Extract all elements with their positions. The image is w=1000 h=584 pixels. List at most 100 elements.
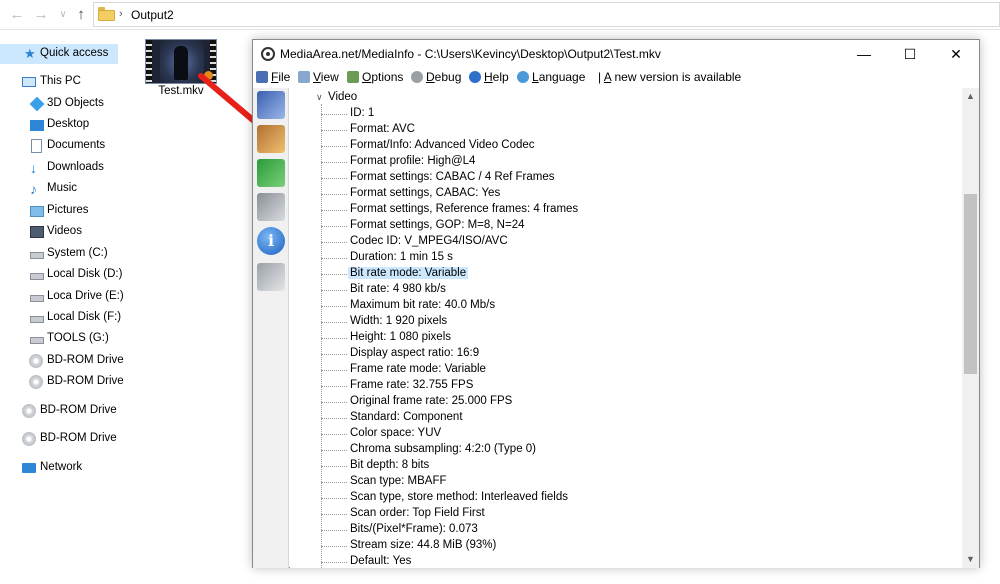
open-file-icon[interactable] — [257, 91, 285, 119]
drive-icon — [30, 316, 44, 323]
cube-icon — [29, 96, 45, 112]
address-bar[interactable]: › Output2 — [93, 2, 1000, 27]
minimize-button[interactable]: — — [841, 40, 887, 68]
sidebar-item-label: Pictures — [47, 204, 89, 216]
sidebar-item-videos[interactable]: Videos — [0, 222, 130, 242]
sidebar-item-system-c[interactable]: System (C:) — [0, 244, 130, 264]
sidebar-item-label: Local Disk (D:) — [47, 268, 123, 280]
sidebar-item-label: Videos — [47, 225, 82, 237]
breadcrumb-output2[interactable]: Output2 — [131, 8, 174, 22]
tree-row-label: Width: 1 920 pixels — [350, 315, 448, 327]
tree-row-label: Scan order: Top Field First — [350, 507, 485, 519]
breadcrumb-separator: › — [119, 8, 123, 20]
desktop-icon — [30, 120, 44, 131]
sidebar-item-bd-rom-drive-1[interactable]: BD-ROM Drive — [0, 351, 130, 371]
info-icon[interactable]: i — [257, 227, 285, 255]
sidebar-item-network[interactable]: Network — [0, 458, 130, 478]
folder-icon — [98, 7, 115, 21]
scroll-down-arrow-icon[interactable]: ▼ — [962, 551, 979, 568]
menu-debug[interactable]: Debug — [411, 70, 461, 86]
vertical-scrollbar[interactable]: ▲ ▼ — [962, 88, 979, 568]
sidebar-item-local-disk-f[interactable]: Local Disk (F:) — [0, 308, 130, 328]
open-folder-icon[interactable] — [257, 125, 285, 153]
chevron-down-icon[interactable]: ∨ — [316, 92, 328, 103]
disc-icon — [29, 375, 43, 389]
sidebar-item-bd-rom-drive-i[interactable]: BD-ROM Drive (I — [0, 429, 130, 449]
options-icon — [347, 71, 359, 83]
tree-row-label: Stream size: 44.8 MiB (93%) — [350, 539, 497, 551]
scroll-up-arrow-icon[interactable]: ▲ — [962, 88, 979, 105]
view-icon — [298, 71, 310, 83]
up-arrow-icon[interactable]: ↑ — [70, 4, 92, 26]
help-icon — [469, 71, 481, 83]
sidebar-item-tools-g[interactable]: TOOLS (G:) — [0, 329, 130, 349]
scroll-thumb[interactable] — [964, 194, 977, 374]
sidebar-item-label: Desktop — [47, 118, 90, 130]
navigation-pane: ★ Quick access This PC 3D Objects Deskto… — [0, 30, 130, 584]
tree-row-label: Duration: 1 min 15 s — [350, 251, 453, 263]
export-icon[interactable] — [257, 159, 285, 187]
tree-node-label: Video — [328, 91, 358, 103]
tree-row-label: Original frame rate: 25.000 FPS — [350, 395, 513, 407]
sidebar-item-label: Local Disk (F:) — [47, 311, 122, 323]
title-bar[interactable]: MediaArea.net/MediaInfo - C:\Users\Kevin… — [253, 40, 979, 68]
tree-row-label: Format settings, CABAC: Yes — [350, 187, 501, 199]
menu-options[interactable]: Options — [347, 70, 403, 86]
tree-node-video[interactable]: ∨ Video — [316, 91, 357, 103]
tree-row-label: Frame rate mode: Variable — [350, 363, 486, 375]
menu-view[interactable]: View — [298, 70, 339, 86]
tree-row-label: Bits/(Pixel*Frame): 0.073 — [350, 523, 478, 535]
tree-row-label: Scan type, store method: Interleaved fie… — [350, 491, 568, 503]
mediainfo-logo-icon — [261, 47, 275, 61]
tree-row-label: Color space: YUV — [350, 427, 442, 439]
tree-row-label: Standard: Component — [350, 411, 463, 423]
drive-icon — [30, 337, 44, 344]
sidebar-item-desktop[interactable]: Desktop — [0, 115, 130, 135]
sidebar-item-quick-access[interactable]: ★ Quick access — [0, 44, 118, 64]
tree-row-label: Default: Yes — [350, 555, 412, 567]
maximize-button[interactable]: ☐ — [887, 40, 933, 68]
sidebar-item-label: BD-ROM Drive (H — [40, 404, 120, 416]
sidebar-item-label: BD-ROM Drive (I — [40, 432, 120, 444]
sidebar-item-this-pc[interactable]: This PC — [0, 72, 130, 92]
sidebar-item-label: Documents — [47, 139, 106, 151]
sidebar-item-local-drive-e[interactable]: Loca Drive (E:) — [0, 287, 130, 307]
preferences-icon[interactable] — [257, 193, 285, 221]
sidebar-item-label: Loca Drive (E:) — [47, 290, 124, 302]
download-icon: ↓ — [30, 160, 37, 176]
sidebar-item-local-disk-d[interactable]: Local Disk (D:) — [0, 265, 130, 285]
disc-icon — [22, 432, 36, 446]
sidebar-item-documents[interactable]: Documents — [0, 136, 130, 156]
star-icon: ★ — [24, 46, 36, 61]
sidebar-item-label: This PC — [40, 75, 81, 87]
mediainfo-window: MediaArea.net/MediaInfo - C:\Users\Kevin… — [252, 39, 980, 568]
sidebar-item-downloads[interactable]: ↓ Downloads — [0, 158, 130, 178]
menu-bar: File View Options Debug Help Language | … — [253, 68, 979, 88]
video-icon — [30, 226, 44, 238]
menu-file[interactable]: File — [256, 70, 290, 86]
menu-help[interactable]: Help — [469, 70, 509, 86]
tree-row-label: Maximum bit rate: 40.0 Mb/s — [350, 299, 496, 311]
tree-row-label: Bit rate mode: Variable — [348, 267, 469, 279]
sidebar-item-label: System (C:) — [47, 247, 108, 259]
sidebar-item-label: Music — [47, 182, 78, 194]
close-button[interactable]: ✕ — [933, 40, 979, 68]
back-arrow-icon[interactable]: ← — [6, 4, 28, 26]
tree-row-label: Chroma subsampling: 4:2:0 (Type 0) — [350, 443, 537, 455]
sidebar-item-pictures[interactable]: Pictures — [0, 201, 130, 221]
sidebar-item-3d-objects[interactable]: 3D Objects — [0, 94, 130, 114]
tree-row-label: Height: 1 080 pixels — [350, 331, 452, 343]
sidebar-item-music[interactable]: ♪ Music — [0, 179, 130, 199]
menu-language[interactable]: Language — [517, 70, 585, 86]
sidebar-item-bd-rom-drive-h[interactable]: BD-ROM Drive (H — [0, 401, 130, 421]
side-toolbar: i — [253, 88, 289, 568]
menu-new-version[interactable]: | A new version is available — [598, 70, 741, 84]
tree-row-label: Codec ID: V_MPEG4/ISO/AVC — [350, 235, 508, 247]
tree-view[interactable]: ∨ Video ID: 1 Format: AVC Format/Info: Adva… — [290, 88, 962, 568]
sidebar-item-bd-rom-drive-2[interactable]: BD-ROM Drive — [0, 372, 130, 392]
update-icon[interactable] — [257, 263, 285, 291]
picture-icon — [30, 206, 44, 217]
tree-row-label: Format profile: High@L4 — [350, 155, 476, 167]
forward-arrow-icon[interactable]: → — [30, 4, 52, 26]
tree-row-label: Format/Info: Advanced Video Codec — [350, 139, 535, 151]
